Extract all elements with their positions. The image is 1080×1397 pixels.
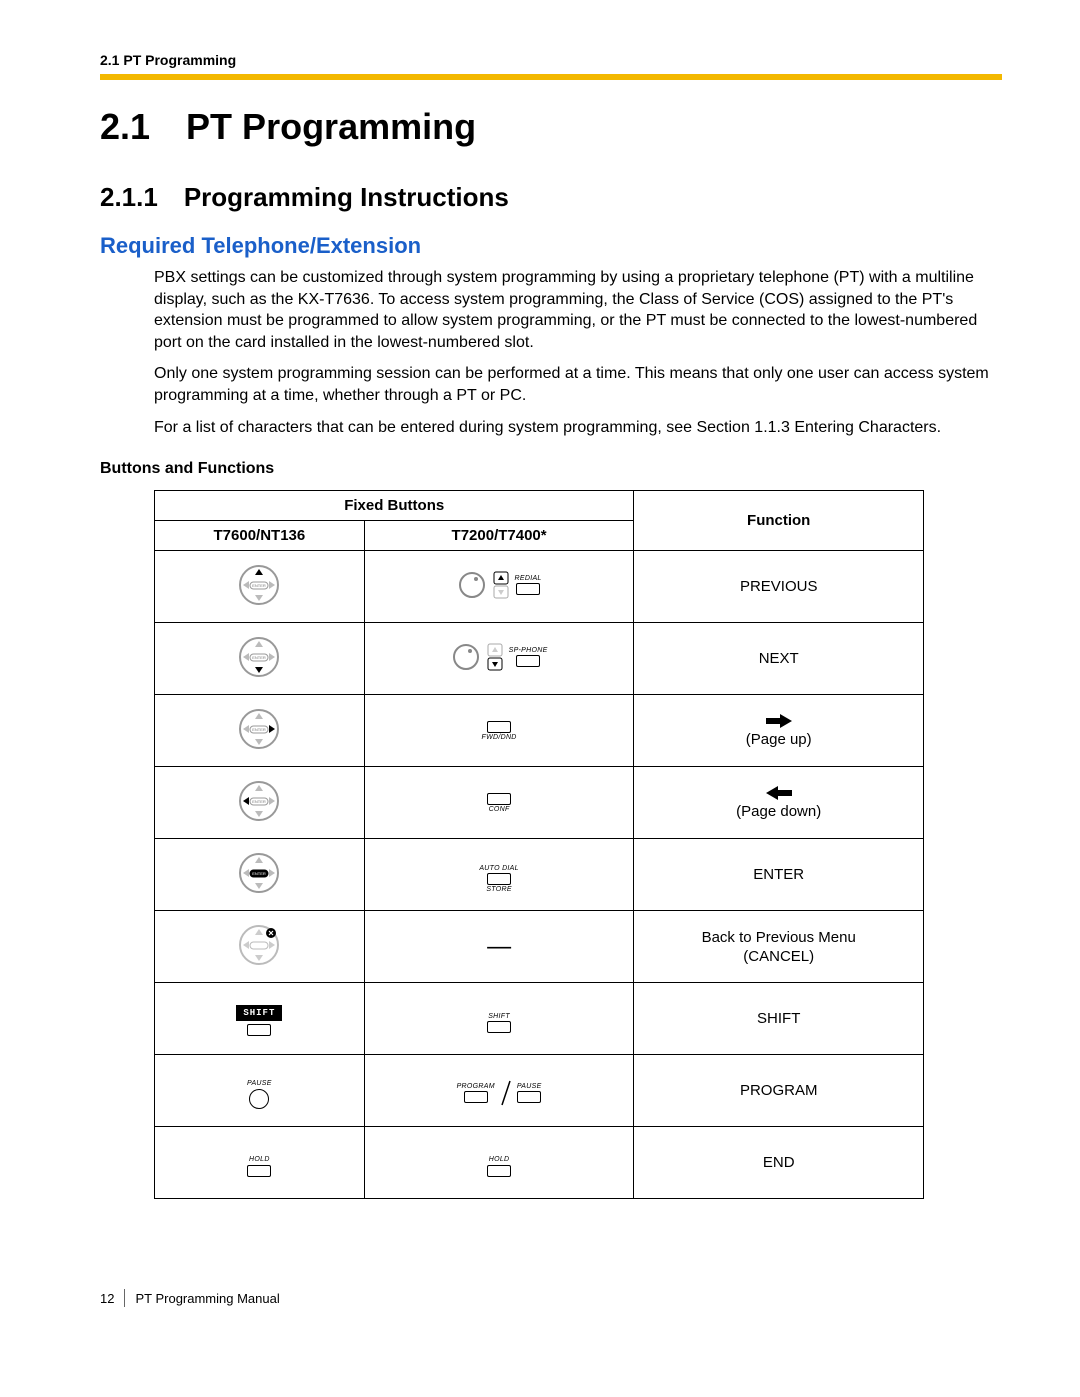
table-row: ENTER: [155, 623, 924, 695]
svg-text:ENTER: ENTER: [253, 655, 267, 660]
program-pause-icon: PROGRAM PAUSE: [457, 1079, 542, 1107]
section-heading: 2.1 PT Programming: [100, 106, 1002, 148]
paragraph: For a list of characters that can be ent…: [154, 417, 1002, 439]
autodial-store-button-icon: AUTO DIAL STORE: [479, 865, 519, 893]
shift-key-icon: SHIFT: [236, 1005, 282, 1036]
svg-text:ENTER: ENTER: [253, 727, 267, 732]
subsection-title: Programming Instructions: [184, 182, 509, 212]
paragraph: PBX settings can be customized through s…: [154, 267, 1002, 353]
table-row: SHIFT SHIFT SHIFT: [155, 983, 924, 1055]
running-header: 2.1 PT Programming: [100, 52, 1002, 68]
navigator-cancel-icon: [238, 924, 280, 966]
arrow-right-icon: [766, 713, 792, 729]
buttons-table: Fixed Buttons Function T7600/NT136 T7200…: [154, 490, 924, 1199]
footer-title: PT Programming Manual: [135, 1291, 279, 1306]
function-cell: ENTER: [634, 839, 924, 911]
conf-button-icon: CONF: [487, 793, 511, 813]
svg-text:ENTER: ENTER: [253, 871, 267, 876]
mini-heading: Buttons and Functions: [100, 460, 1002, 478]
paragraph: Only one system programming session can …: [154, 363, 1002, 406]
jog-up-icon: REDIAL: [457, 570, 542, 600]
function-cell: NEXT: [634, 623, 924, 695]
subsection-heading: 2.1.1 Programming Instructions: [100, 182, 1002, 213]
table-header-col1: T7600/NT136: [155, 521, 365, 551]
svg-text:ENTER: ENTER: [253, 583, 267, 588]
table-header-fixed: Fixed Buttons: [155, 491, 634, 521]
page-footer: 12 PT Programming Manual: [100, 1289, 1002, 1307]
svg-text:ENTER: ENTER: [253, 799, 267, 804]
function-cell: (Page up): [634, 695, 924, 767]
hold-button-icon: HOLD: [247, 1156, 271, 1177]
header-rule: [100, 74, 1002, 80]
table-header-col2: T7200/T7400*: [364, 521, 634, 551]
page-number: 12: [100, 1291, 114, 1306]
table-row: ENTER AUTO DIAL STORE: [155, 839, 924, 911]
table-row: ENTER: [155, 551, 924, 623]
pause-button-icon: PAUSE: [247, 1080, 272, 1109]
table-row: PAUSE PROGRAM PAUSE PROGRAM: [155, 1055, 924, 1127]
subsection-number: 2.1.1: [100, 182, 158, 212]
shift-button-icon: SHIFT: [487, 1013, 511, 1033]
table-row: HOLD HOLD END: [155, 1127, 924, 1199]
navigator-up-icon: ENTER: [238, 564, 280, 606]
function-cell: END: [634, 1127, 924, 1199]
function-cell: (Page down): [634, 767, 924, 839]
hold-button-icon: HOLD: [487, 1156, 511, 1177]
navigator-down-icon: ENTER: [238, 636, 280, 678]
table-row: ENTER FWD/DND (Page up): [155, 695, 924, 767]
navigator-left-icon: ENTER: [238, 780, 280, 822]
jog-down-icon: SP-PHONE: [451, 642, 548, 672]
table-row: ENTER CONF (Page down): [155, 767, 924, 839]
section-number: 2.1: [100, 106, 150, 147]
arrow-left-icon: [766, 785, 792, 801]
fwd-dnd-button-icon: FWD/DND: [482, 721, 517, 741]
table-header-function: Function: [634, 491, 924, 551]
section-title: PT Programming: [186, 106, 476, 147]
blue-heading: Required Telephone/Extension: [100, 233, 1002, 259]
function-cell: PROGRAM: [634, 1055, 924, 1127]
table-row: — Back to Previous Menu (CANCEL): [155, 911, 924, 983]
function-cell: PREVIOUS: [634, 551, 924, 623]
navigator-right-icon: ENTER: [238, 708, 280, 750]
function-cell: Back to Previous Menu (CANCEL): [634, 911, 924, 983]
no-equivalent-icon: —: [487, 933, 511, 960]
navigator-enter-icon: ENTER: [238, 852, 280, 894]
function-cell: SHIFT: [634, 983, 924, 1055]
footer-divider: [124, 1289, 125, 1307]
